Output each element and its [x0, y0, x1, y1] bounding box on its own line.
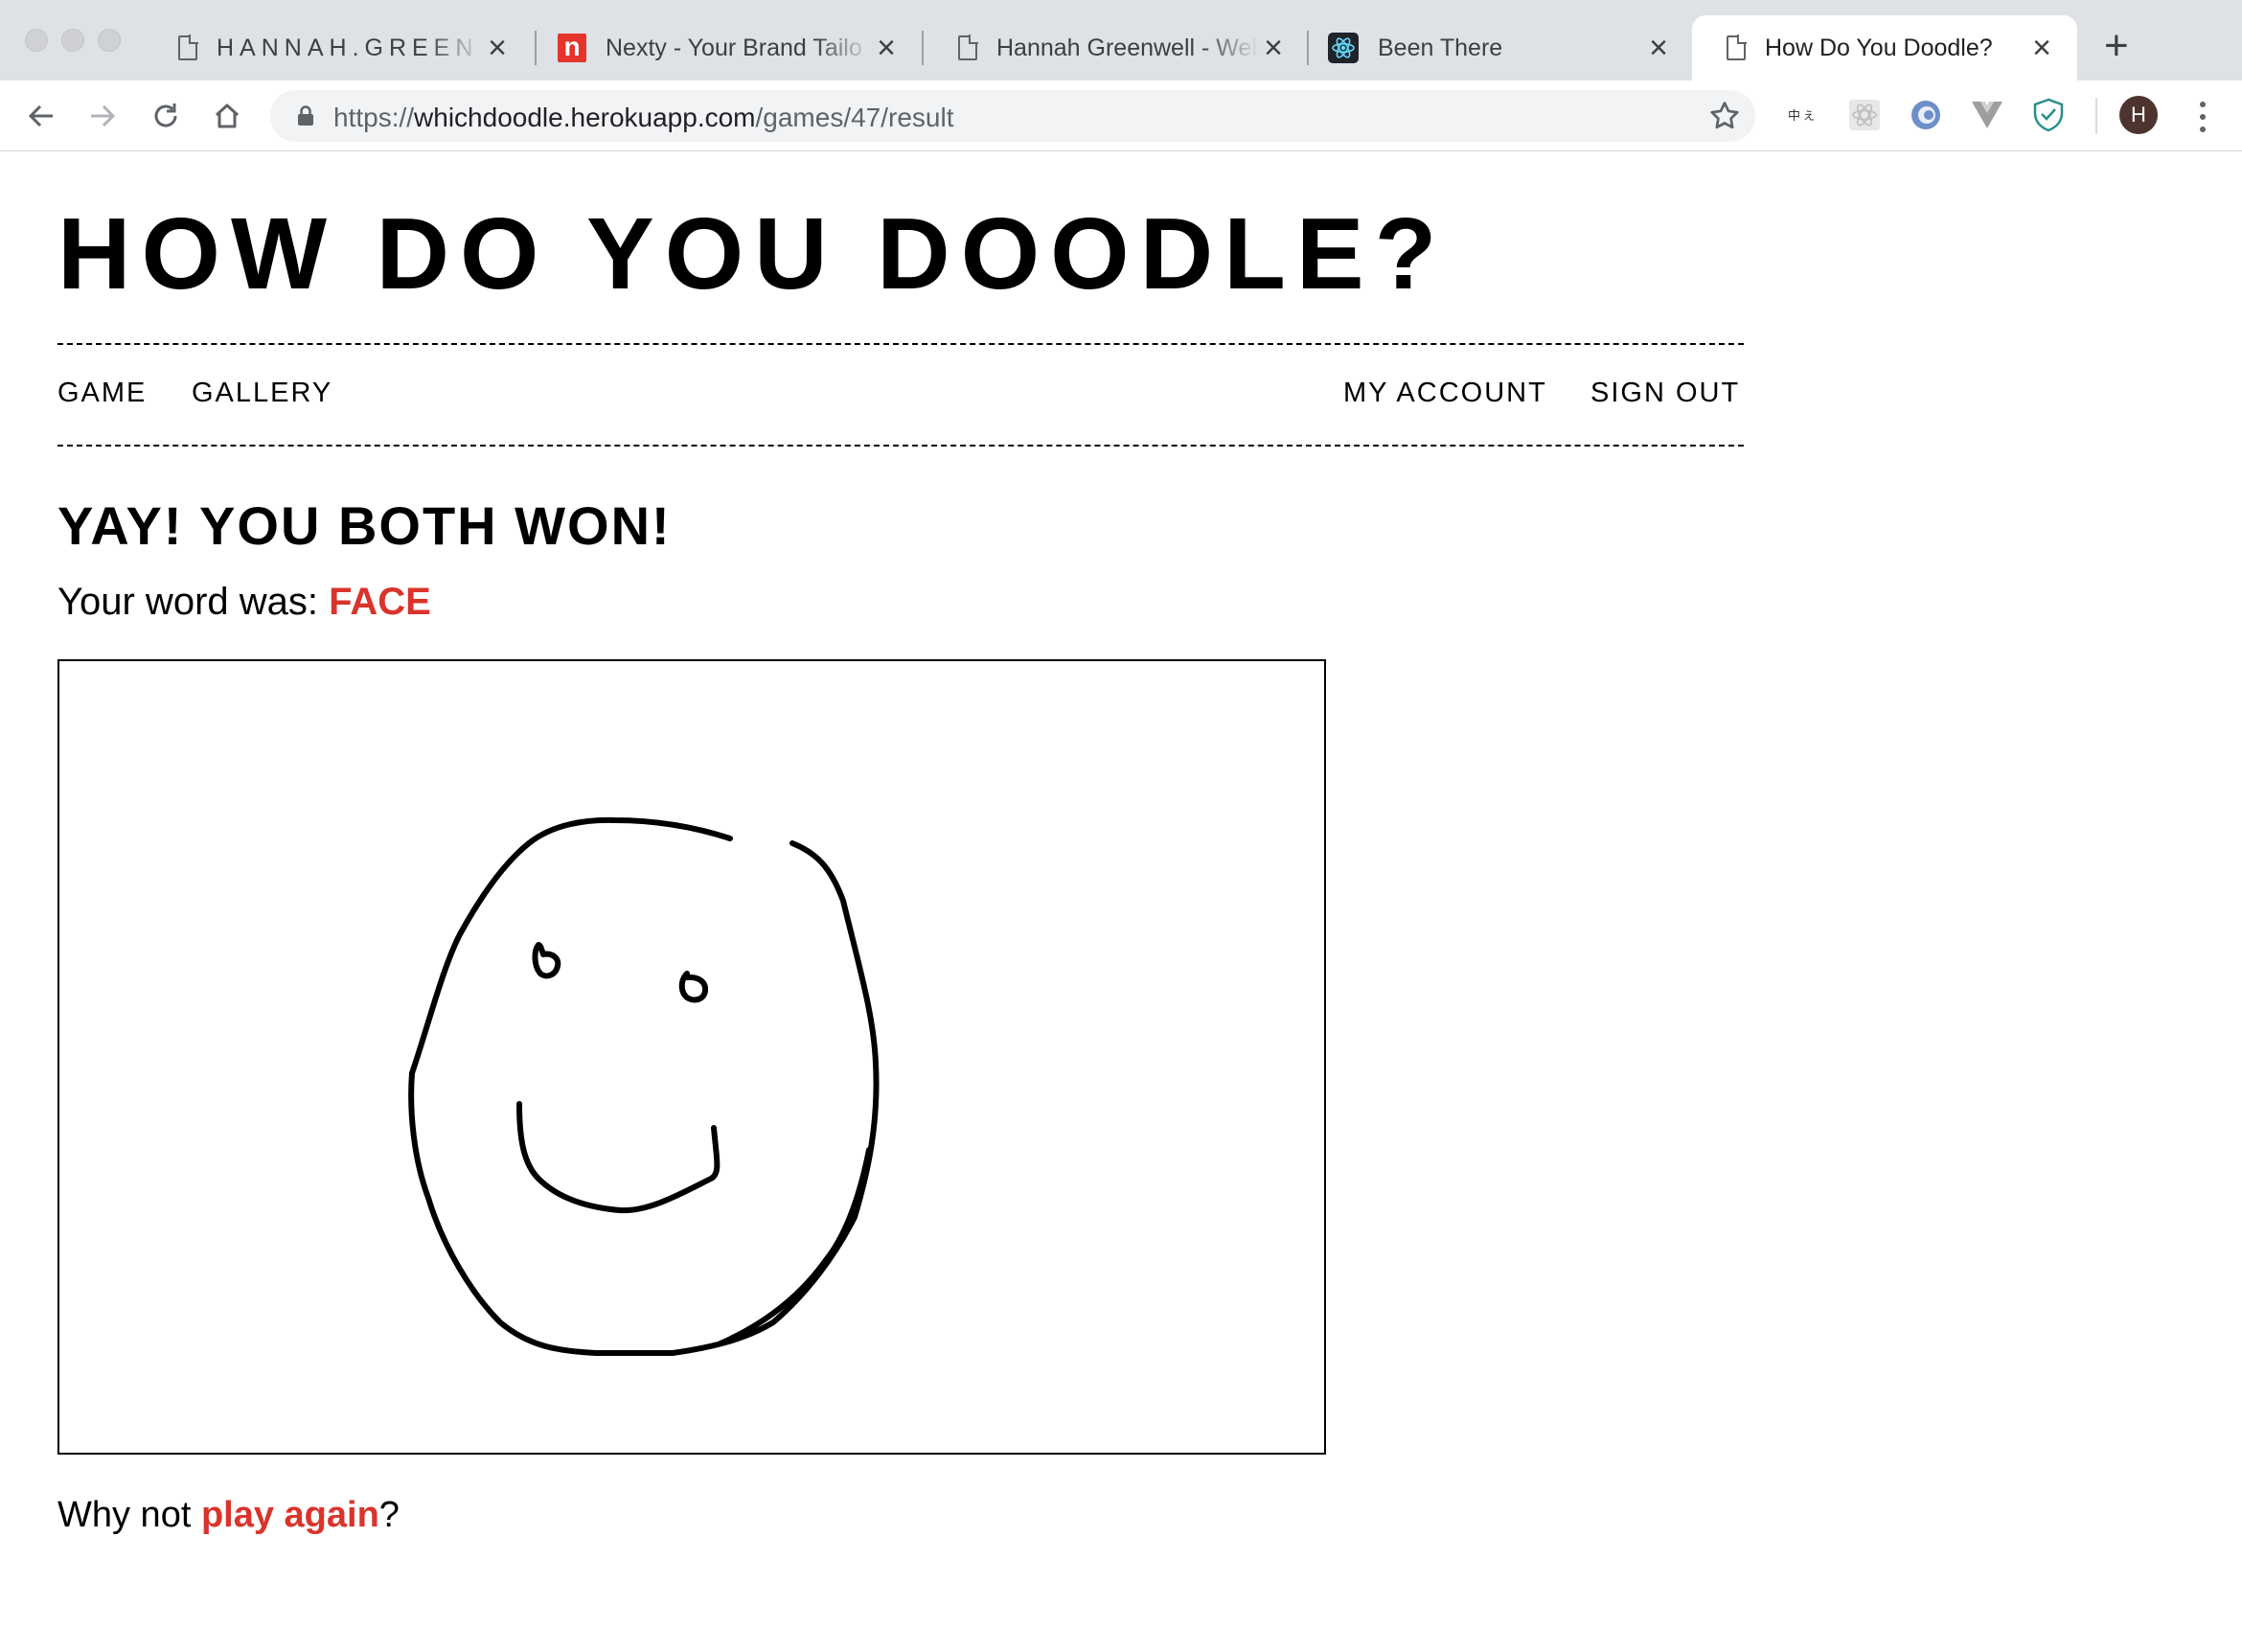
browser-tabstrip: HANNAH.GREEN × n Nexty - Your Brand Tail…	[0, 0, 2242, 80]
browser-tab-active[interactable]: How Do You Doodle? ×	[1692, 15, 2077, 80]
tab-title: Hannah Greenwell - Web	[996, 34, 1259, 61]
smiley-face-drawing	[408, 816, 880, 1356]
again-suffix: ?	[378, 1495, 400, 1535]
nexty-n-icon: n	[558, 34, 586, 62]
forward-arrow-icon[interactable]	[80, 94, 125, 138]
word-prefix: Your word was:	[57, 581, 330, 623]
home-icon[interactable]	[205, 94, 249, 138]
reload-icon[interactable]	[144, 94, 188, 138]
again-prefix: Why not	[57, 1495, 201, 1535]
doodle-left-eye	[532, 942, 561, 979]
window-close-dot[interactable]	[25, 29, 48, 52]
window-zoom-dot[interactable]	[98, 29, 121, 52]
doodle-chin-stroke	[718, 1147, 872, 1346]
doodle-canvas	[57, 659, 1326, 1455]
nav-link-my-account[interactable]: MY ACCOUNT	[1343, 378, 1547, 409]
browser-tab-4[interactable]: Been There ×	[1309, 15, 1694, 80]
result-headline: YAY! YOU BOTH WON!	[57, 495, 672, 556]
browser-tab-1[interactable]: HANNAH.GREEN ×	[144, 15, 533, 80]
new-tab-icon[interactable]: +	[2104, 25, 2129, 67]
browser-menu-icon[interactable]	[2188, 98, 2217, 136]
close-icon[interactable]: ×	[1259, 32, 1288, 64]
address-bar[interactable]: https://whichdoodle.herokuapp.com/games/…	[270, 90, 1755, 142]
nav-link-sign-out[interactable]: SIGN OUT	[1590, 378, 1740, 409]
nav-link-game[interactable]: GAME	[57, 378, 147, 409]
shield-icon[interactable]	[2029, 96, 2068, 134]
doodle-smile	[516, 1101, 721, 1214]
toolbar-divider	[2095, 98, 2097, 134]
window-minimize-dot[interactable]	[61, 29, 84, 52]
svg-text:中: 中	[1788, 109, 1800, 124]
translate-extension-icon[interactable]: 中え	[1784, 96, 1822, 134]
close-icon[interactable]: ×	[872, 32, 901, 64]
close-icon[interactable]: ×	[483, 32, 512, 64]
close-icon[interactable]: ×	[2027, 32, 2056, 64]
play-again-link[interactable]: play again	[201, 1495, 379, 1535]
bookmark-star-icon[interactable]	[1707, 99, 1742, 138]
word-reveal: Your word was: FACE	[57, 581, 431, 624]
react-devtools-extension-icon[interactable]	[1845, 96, 1884, 134]
document-icon	[178, 34, 198, 60]
document-icon	[1727, 34, 1747, 60]
doodle-right-eye	[678, 971, 709, 1003]
main-nav: GAME GALLERY MY ACCOUNT SIGN OUT	[57, 378, 1744, 416]
svg-text:え: え	[1803, 109, 1815, 123]
tab-title: HANNAH.GREEN	[217, 34, 479, 61]
back-arrow-icon[interactable]	[19, 94, 63, 138]
tab-title: How Do You Doodle?	[1765, 34, 1993, 61]
tab-title: Been There	[1378, 34, 1503, 61]
nav-bottom-divider	[57, 445, 1744, 447]
browser-toolbar: https://whichdoodle.herokuapp.com/games/…	[0, 80, 2242, 151]
play-again-prompt: Why not play again?	[57, 1495, 400, 1536]
site-title: HOW DO YOU DOODLE?	[57, 197, 1448, 310]
url-text[interactable]: https://whichdoodle.herokuapp.com/games/…	[333, 103, 954, 133]
nav-top-divider	[57, 343, 1744, 345]
secret-word: FACE	[329, 581, 431, 623]
nav-link-gallery[interactable]: GALLERY	[192, 378, 332, 409]
react-atom-icon	[1328, 33, 1359, 63]
profile-avatar[interactable]: H	[2119, 96, 2158, 134]
document-icon	[958, 34, 978, 60]
vue-devtools-extension-icon[interactable]	[1968, 96, 2006, 134]
tab-title: Nexty - Your Brand Tailo	[606, 34, 862, 61]
browser-tab-2[interactable]: n Nexty - Your Brand Tailo ×	[537, 15, 922, 80]
doodle-face-outline	[408, 816, 880, 1356]
lock-icon[interactable]	[297, 105, 314, 131]
close-icon[interactable]: ×	[1644, 32, 1673, 64]
loop-extension-icon[interactable]	[1907, 96, 1945, 134]
browser-tab-3[interactable]: Hannah Greenwell - Web ×	[924, 15, 1309, 80]
